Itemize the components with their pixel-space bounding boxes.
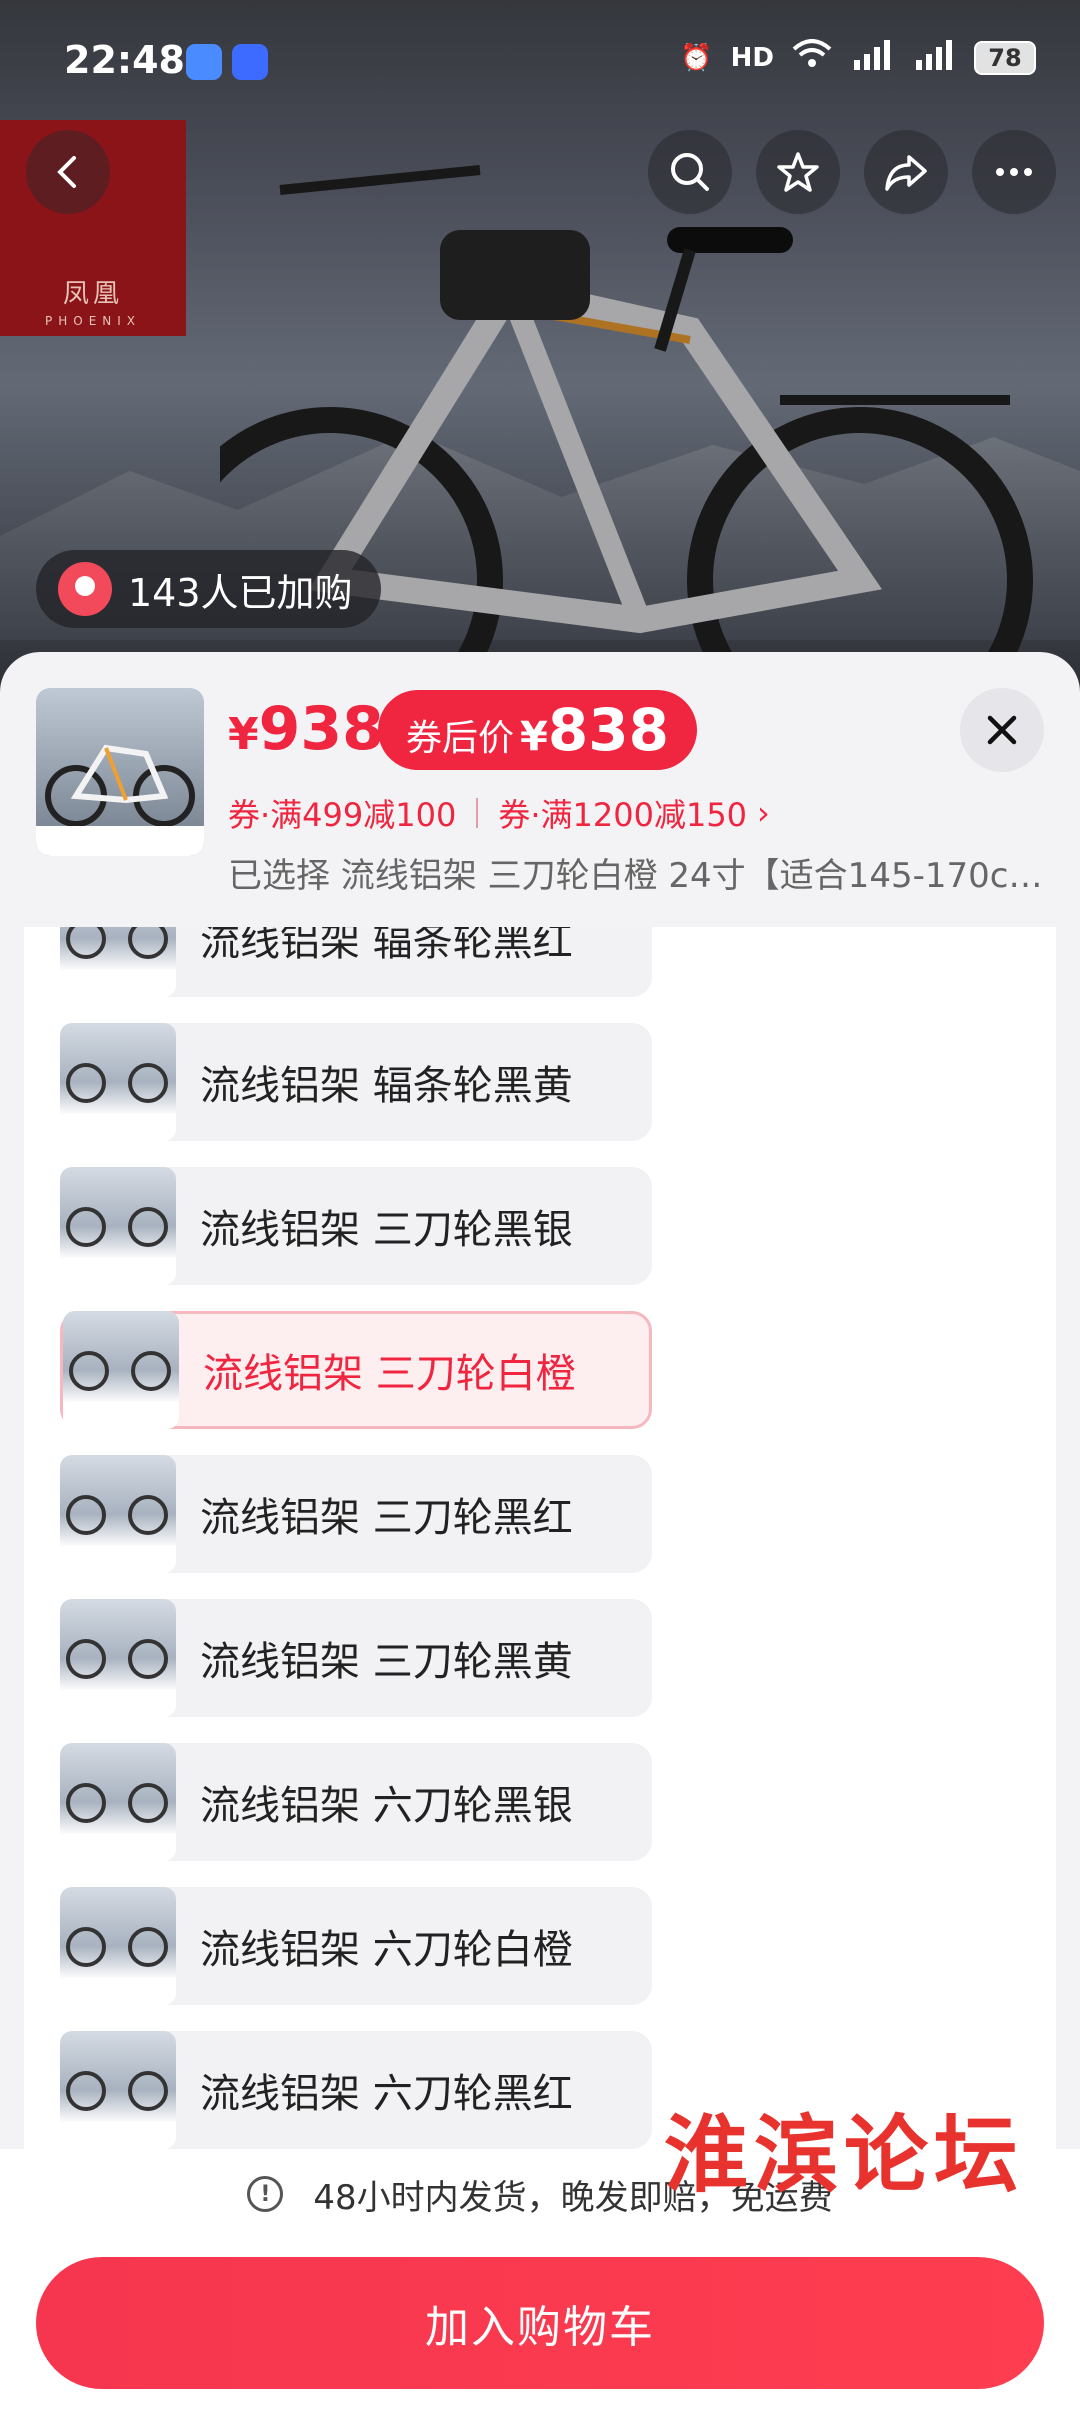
chat-app-icon [232, 44, 268, 80]
status-bar: 22:48 ⏰ HD 78 [0, 0, 1080, 120]
option-item[interactable]: 流线铝架 三刀轮黑红 [60, 1455, 652, 1573]
option-thumbnail [60, 2031, 176, 2149]
option-label: 流线铝架 六刀轮黑红 [200, 2071, 573, 2117]
option-item[interactable]: 流线铝架 六刀轮黑红 [60, 2031, 652, 2149]
coupon-divider [476, 798, 479, 828]
info-icon: ! [247, 2176, 284, 2212]
selected-product-thumbnail[interactable] [36, 688, 204, 856]
signal-5g-icon [850, 38, 894, 77]
alarm-icon: ⏰ [680, 42, 713, 73]
option-label: 流线铝架 六刀轮白橙 [200, 1927, 573, 1973]
option-thumbnail [60, 1887, 176, 2005]
wifi-icon [792, 39, 832, 76]
chevron-right-icon[interactable]: › [757, 794, 770, 832]
option-item-selected[interactable]: 流线铝架 三刀轮白橙 [60, 1311, 652, 1429]
after-coupon-label: 券后价 [406, 718, 515, 759]
option-thumbnail [60, 1167, 176, 1285]
option-thumbnail [60, 1743, 176, 1861]
coupon-row[interactable]: 券·满499减100 券·满1200减150 › [228, 790, 770, 836]
more-dots-icon [996, 168, 1032, 176]
status-time: 22:48 [64, 38, 185, 82]
option-item[interactable]: 流线铝架 六刀轮黑银 [60, 1743, 652, 1861]
buyers-count-text: 143人已加购 [128, 570, 353, 615]
location-pin-icon [58, 562, 112, 616]
star-icon [777, 152, 819, 192]
app-notification-icon [186, 44, 222, 80]
option-thumbnail [60, 1599, 176, 1717]
option-item[interactable]: 流线铝架 三刀轮黑黄 [60, 1599, 652, 1717]
status-indicators: ⏰ HD 78 [680, 38, 1036, 77]
option-label: 流线铝架 辐条轮黑黄 [200, 1063, 573, 1109]
price-currency: ¥ [228, 709, 259, 760]
after-coupon-currency: ¥ [520, 714, 548, 760]
option-item[interactable]: 流线铝架 六刀轮白橙 [60, 1887, 652, 2005]
search-button[interactable] [648, 130, 732, 214]
brand-logo-text: 凤凰 [62, 279, 123, 309]
selected-spec-text: 已选择 流线铝架 三刀轮白橙 24寸【适合145-170c… [228, 856, 1043, 896]
share-icon [885, 155, 927, 191]
option-label: 流线铝架 三刀轮黑黄 [200, 1639, 573, 1685]
coupon-1[interactable]: 券·满499减100 [228, 790, 456, 836]
option-thumbnail [60, 927, 176, 997]
sheet-header: ¥938 券后价 ¥ 838 券·满499减100 券·满1200减150 › … [0, 652, 1080, 927]
option-label: 流线铝架 三刀轮白橙 [203, 1351, 576, 1397]
hd-icon: HD [730, 42, 774, 73]
more-button[interactable] [972, 130, 1056, 214]
after-coupon-value: 838 [547, 696, 669, 764]
search-icon [671, 153, 709, 191]
close-icon [987, 715, 1017, 745]
share-button[interactable] [864, 130, 948, 214]
option-label: 流线铝架 三刀轮黑红 [200, 1495, 573, 1541]
option-label: 流线铝架 辐条轮黑红 [200, 927, 573, 965]
price-value: 938 [258, 694, 384, 764]
chevron-left-icon [57, 156, 76, 188]
option-item[interactable]: 流线铝架 辐条轮黑黄 [60, 1023, 652, 1141]
add-to-cart-button[interactable]: 加入购物车 [36, 2257, 1044, 2389]
option-thumbnail [60, 1023, 176, 1141]
option-list[interactable]: 流线铝架 辐条轮黑红 流线铝架 辐条轮黑黄 流线铝架 三刀轮黑银 流线铝架 三刀… [24, 927, 1056, 2149]
signal-5g-icon-2 [912, 38, 956, 77]
close-button[interactable] [960, 688, 1044, 772]
watermark: 淮滨论坛 [664, 2105, 1025, 2204]
option-item[interactable]: 流线铝架 辐条轮黑红 [60, 927, 652, 997]
buyers-badge: 143人已加购 [36, 550, 381, 628]
option-thumbnail [63, 1311, 179, 1429]
option-label: 流线铝架 六刀轮黑银 [200, 1783, 573, 1829]
option-thumbnail [60, 1455, 176, 1573]
option-item[interactable]: 流线铝架 三刀轮黑银 [60, 1167, 652, 1285]
option-label: 流线铝架 三刀轮黑银 [200, 1207, 573, 1253]
current-price: ¥938 [228, 694, 384, 764]
thumbnail-caption-strip [36, 826, 204, 856]
coupon-2[interactable]: 券·满1200减150 [498, 790, 747, 836]
after-coupon-price-badge: 券后价 ¥ 838 [378, 690, 697, 770]
brand-logo-subtext: PHOENIX [44, 314, 142, 328]
back-button[interactable] [26, 130, 110, 214]
favorite-button[interactable] [756, 130, 840, 214]
battery-indicator: 78 [974, 40, 1036, 75]
